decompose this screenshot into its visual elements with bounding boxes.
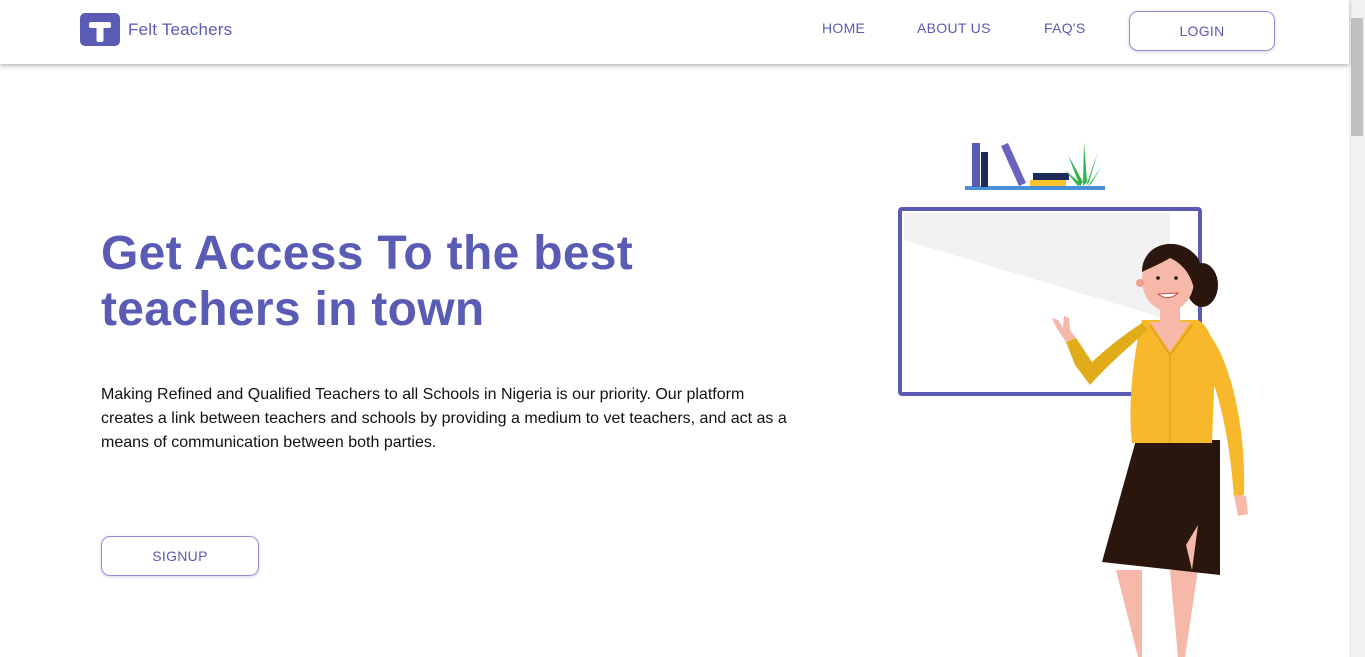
nav-home-link[interactable]: HOME	[822, 20, 865, 36]
signup-button[interactable]: SIGNUP	[101, 536, 259, 576]
hero-description: Making Refined and Qualified Teachers to…	[101, 386, 787, 451]
top-navbar: Felt Teachers HOME ABOUT US FAQ'S LOGIN	[0, 0, 1349, 64]
nav-about-link[interactable]: ABOUT US	[917, 20, 991, 36]
t-logo-icon	[80, 13, 120, 46]
hero-title-line-2: teachers in town	[101, 283, 485, 336]
brand-logo[interactable]: Felt Teachers	[80, 13, 232, 46]
hero-title-line-1: Get Access To the best	[101, 227, 634, 280]
login-button[interactable]: LOGIN	[1129, 11, 1275, 51]
brand-name: Felt Teachers	[128, 19, 233, 39]
hero-title: Get Access To the best teachers in town	[101, 226, 741, 338]
teacher-whiteboard-illustration	[898, 142, 1248, 657]
bookshelf-icon	[965, 142, 1105, 190]
page-scrollbar[interactable]	[1349, 0, 1365, 657]
scrollbar-thumb[interactable]	[1351, 18, 1363, 136]
nav-faq-link[interactable]: FAQ'S	[1044, 20, 1086, 36]
